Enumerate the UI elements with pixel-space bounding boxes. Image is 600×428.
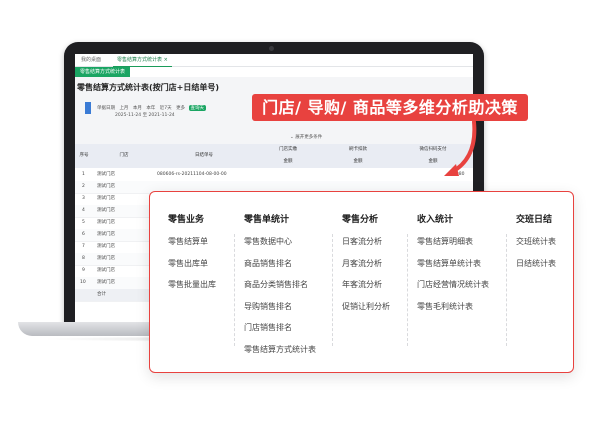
menu-column-title: 零售单统计	[244, 215, 290, 225]
date-filter-label: 单据日期	[97, 106, 115, 111]
menu-item-settlement-summary[interactable]: 零售结算单统计表	[417, 258, 489, 270]
cell-store: 测试门店	[97, 244, 115, 249]
expand-more-label: 展开更多条件	[295, 135, 323, 140]
column-divider	[332, 234, 333, 346]
cell-store: 测试门店	[97, 232, 115, 237]
date-link-more[interactable]: 更多	[176, 106, 185, 111]
col-header-amount: 金额	[253, 156, 324, 169]
menu-item-retail-batch-outbound[interactable]: 零售批量出库	[168, 279, 216, 291]
expand-more-conditions[interactable]: ⌄ 展开更多条件	[290, 134, 322, 140]
curved-arrow-icon	[444, 120, 477, 176]
cell-no: 7	[82, 244, 85, 249]
cell-no: 2	[82, 184, 85, 189]
menu-column-title: 零售分析	[342, 215, 379, 225]
tab-settlement-report[interactable]: 零售结算方式统计表 ×	[113, 54, 172, 67]
menu-column-income-stats: 收入统计 零售结算明细表 零售结算单统计表 门店经营情况统计表 零售毛利统计表	[417, 214, 489, 313]
menu-item-shift-report[interactable]: 交班统计表	[516, 236, 556, 248]
col-header-amount: 金额	[323, 156, 394, 169]
sub-tab-bar	[75, 67, 473, 77]
chevron-down-icon: ⌄	[290, 135, 294, 140]
menu-item-retail-settlement[interactable]: 零售结算单	[168, 236, 216, 248]
menu-item-product-sales-ranking[interactable]: 商品销售排名	[244, 258, 316, 270]
menu-item-yearly-traffic[interactable]: 年客流分析	[342, 279, 390, 291]
menu-item-gross-profit[interactable]: 零售毛利统计表	[417, 301, 489, 313]
col-header-no: 序号	[75, 144, 94, 169]
page-title: 零售结算方式统计表(按门店+日结单号)	[77, 83, 220, 92]
date-range-value: 2025-11-24 至 2021-11-24	[115, 113, 175, 118]
menu-column-shift-daily: 交班日结 交班统计表 日结统计表	[516, 214, 556, 270]
cell-store: 测试门店	[97, 208, 115, 213]
date-link-this-year[interactable]: 本年	[146, 106, 155, 111]
cell-doc-no: 080606-rs-20211104-08-00-00	[157, 172, 227, 177]
menu-item-monthly-traffic[interactable]: 月客流分析	[342, 258, 390, 270]
cell-no: 8	[82, 256, 85, 261]
cell-store: 测试门店	[97, 280, 115, 285]
cell-store: 测试门店	[97, 220, 115, 225]
cell-no: 9	[82, 268, 85, 273]
menu-column-retail-stats: 零售单统计 零售数据中心 商品销售排名 商品分类销售排名 导购销售排名 门店销售…	[244, 214, 316, 356]
menu-column-title: 收入统计	[417, 215, 454, 225]
date-link-this-month[interactable]: 本月	[133, 106, 142, 111]
tab-settlement-report-label: 零售结算方式统计表	[117, 57, 163, 63]
cell-no: 4	[82, 208, 85, 213]
date-link-last-month[interactable]: 上月	[119, 106, 128, 111]
menu-panel: 零售业务 零售结算单 零售出库单 零售批量出库 零售单统计 零售数据中心 商品销…	[149, 191, 574, 373]
column-divider	[234, 234, 235, 346]
cell-store: 测试门店	[97, 184, 115, 189]
menu-item-retail-data-center[interactable]: 零售数据中心	[244, 236, 316, 248]
close-icon[interactable]: ×	[164, 57, 168, 63]
menu-item-store-sales-ranking[interactable]: 门店销售排名	[244, 322, 316, 334]
tab-desktop[interactable]: 我的桌面	[77, 54, 105, 66]
cell-store: 测试门店	[97, 172, 115, 177]
cell-no: 1	[82, 172, 85, 177]
menu-item-retail-outbound[interactable]: 零售出库单	[168, 258, 216, 270]
menu-column-retail-analysis: 零售分析 日客流分析 月客流分析 年客流分析 促销让利分析	[342, 214, 390, 313]
menu-item-settlement-method-report[interactable]: 零售结算方式统计表	[244, 344, 316, 356]
col-header-store: 门店	[93, 144, 156, 169]
cell-no: 10	[80, 280, 86, 285]
col-header-doc-no: 日结单号	[155, 144, 254, 169]
camera-icon	[269, 46, 274, 51]
cell-store: 测试门店	[97, 196, 115, 201]
cell-no: 6	[82, 232, 85, 237]
date-filter: 单据日期 上月 本月 本年 近7天 更多 查询天	[97, 105, 206, 111]
query-day-button[interactable]: 查询天	[188, 105, 206, 111]
menu-item-promotion-analysis[interactable]: 促销让利分析	[342, 301, 390, 313]
tab-bar: 我的桌面 零售结算方式统计表 ×	[75, 54, 473, 67]
menu-item-category-sales-ranking[interactable]: 商品分类销售排名	[244, 279, 316, 291]
menu-column-title: 零售业务	[168, 215, 205, 225]
menu-column-retail-business: 零售业务 零售结算单 零售出库单 零售批量出库	[168, 214, 216, 291]
cell-store: 测试门店	[97, 256, 115, 261]
cell-store: 测试门店	[97, 268, 115, 273]
menu-column-title: 交班日结	[516, 215, 553, 225]
menu-item-daily-traffic[interactable]: 日客流分析	[342, 236, 390, 248]
feature-banner: 门店/ 导购/ 商品等多维分析助决策	[252, 94, 528, 121]
cell-no: 3	[82, 196, 85, 201]
date-link-last-7-days[interactable]: 近7天	[160, 106, 172, 111]
column-divider	[506, 234, 507, 346]
column-divider	[407, 234, 408, 346]
menu-item-settlement-detail[interactable]: 零售结算明细表	[417, 236, 489, 248]
menu-item-daily-close-report[interactable]: 日结统计表	[516, 258, 556, 270]
filter-toggle-button[interactable]	[85, 102, 91, 114]
menu-item-guide-sales-ranking[interactable]: 导购销售排名	[244, 301, 316, 313]
total-label: 合计	[97, 292, 106, 297]
cell-no: 5	[82, 220, 85, 225]
active-page-tab[interactable]: 零售结算方式统计表	[75, 67, 131, 77]
menu-item-store-operation[interactable]: 门店经营情况统计表	[417, 279, 489, 291]
